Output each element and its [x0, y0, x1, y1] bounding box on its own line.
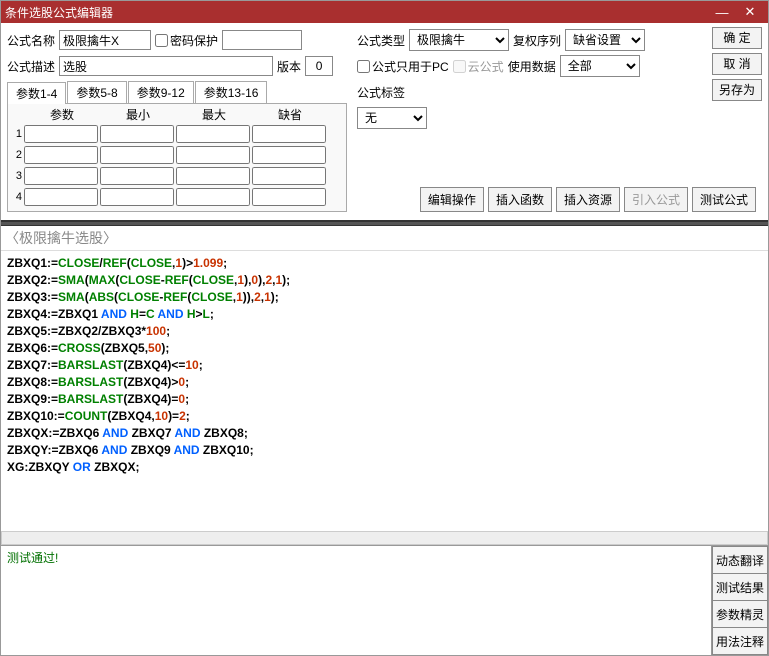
ok-button[interactable]: 确 定 [712, 27, 762, 49]
label-usedata: 使用数据 [508, 58, 556, 75]
title-bar: 条件选股公式编辑器 — ✕ [1, 1, 768, 23]
btn-insres[interactable]: 插入资源 [556, 187, 620, 212]
top-form: 公式名称 密码保护 公式描述 版本 参数1-4 参数5-8 参数9-12 参数1… [1, 23, 768, 220]
tab-params-13-16[interactable]: 参数13-16 [195, 81, 268, 103]
select-tag[interactable]: 无 [357, 107, 427, 129]
p2-max[interactable] [176, 146, 250, 164]
minimize-icon[interactable]: — [708, 5, 736, 20]
select-fq[interactable]: 缺省设置 [565, 29, 645, 51]
p2-min[interactable] [100, 146, 174, 164]
param-grid: 参数 最小 最大 缺省 1 2 3 4 [7, 104, 347, 212]
label-version: 版本 [277, 58, 301, 75]
tab-params-9-12[interactable]: 参数9-12 [128, 81, 194, 103]
saveas-button[interactable]: 另存为 [712, 79, 762, 101]
p3-def[interactable] [252, 167, 326, 185]
cancel-button[interactable]: 取 消 [712, 53, 762, 75]
input-desc[interactable] [59, 56, 273, 76]
p1-max[interactable] [176, 125, 250, 143]
btn-dyntrans[interactable]: 动态翻译 [712, 546, 768, 574]
window-title: 条件选股公式编辑器 [5, 4, 708, 21]
status-message: 测试通过! [1, 546, 712, 655]
chk-pconly[interactable]: 公式只用于PC [357, 58, 449, 75]
input-name[interactable] [59, 30, 151, 50]
p4-name[interactable] [24, 188, 98, 206]
label-tag: 公式标签 [357, 84, 405, 101]
label-desc: 公式描述 [7, 58, 55, 75]
chk-password[interactable]: 密码保护 [155, 32, 218, 49]
label-fq: 复权序列 [513, 32, 561, 49]
btn-insfn[interactable]: 插入函数 [488, 187, 552, 212]
input-version[interactable] [305, 56, 333, 76]
label-type: 公式类型 [357, 32, 405, 49]
p3-name[interactable] [24, 167, 98, 185]
formula-editor-window: 条件选股公式编辑器 — ✕ 公式名称 密码保护 公式描述 版本 参数1-4 参数… [0, 0, 769, 656]
p4-def[interactable] [252, 188, 326, 206]
p4-max[interactable] [176, 188, 250, 206]
btn-testform[interactable]: 测试公式 [692, 187, 756, 212]
chk-cloud: 云公式 [453, 58, 504, 75]
label-name: 公式名称 [7, 32, 55, 49]
h-scrollbar[interactable] [1, 531, 768, 545]
tab-params-1-4[interactable]: 参数1-4 [7, 82, 66, 104]
btn-impform[interactable]: 引入公式 [624, 187, 688, 212]
close-icon[interactable]: ✕ [736, 4, 764, 20]
p1-min[interactable] [100, 125, 174, 143]
select-type[interactable]: 极限擒牛 [409, 29, 509, 51]
param-tabs: 参数1-4 参数5-8 参数9-12 参数13-16 [7, 81, 347, 104]
btn-testresult[interactable]: 测试结果 [712, 574, 768, 601]
code-editor[interactable]: ZBXQ1:=CLOSE/REF(CLOSE,1)>1.099; ZBXQ2:=… [1, 250, 768, 531]
p4-min[interactable] [100, 188, 174, 206]
p1-def[interactable] [252, 125, 326, 143]
p1-name[interactable] [24, 125, 98, 143]
p3-min[interactable] [100, 167, 174, 185]
btn-editop[interactable]: 编辑操作 [420, 187, 484, 212]
p2-def[interactable] [252, 146, 326, 164]
p2-name[interactable] [24, 146, 98, 164]
tab-params-5-8[interactable]: 参数5-8 [67, 81, 126, 103]
p3-max[interactable] [176, 167, 250, 185]
btn-usage[interactable]: 用法注释 [712, 628, 768, 655]
select-usedata[interactable]: 全部 [560, 55, 640, 77]
btn-paramwiz[interactable]: 参数精灵 [712, 601, 768, 628]
input-password[interactable] [222, 30, 302, 50]
code-header: 〈极限擒牛选股〉 [1, 226, 768, 250]
